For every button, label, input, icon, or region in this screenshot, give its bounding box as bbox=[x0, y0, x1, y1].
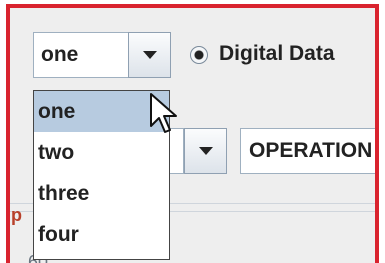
chevron-down-icon bbox=[198, 147, 213, 155]
top-combo-value[interactable]: one bbox=[33, 32, 129, 78]
chevron-down-icon bbox=[142, 51, 157, 59]
partial-edge-text: p bbox=[11, 205, 22, 225]
dropdown-option-three[interactable]: three bbox=[34, 173, 169, 214]
operation-field[interactable]: OPERATION bbox=[240, 128, 375, 174]
digital-data-radio-label: Digital Data bbox=[219, 42, 335, 65]
dropdown-option-four[interactable]: four bbox=[34, 214, 169, 255]
highlight-frame: one Digital Data OPERATION p 60 one two … bbox=[6, 4, 379, 263]
digital-data-radio[interactable] bbox=[190, 46, 208, 64]
mouse-pointer-icon bbox=[150, 93, 177, 133]
top-combo-dropdown-button[interactable] bbox=[128, 32, 171, 78]
dropdown-option-two[interactable]: two bbox=[34, 132, 169, 173]
second-combo-dropdown-button[interactable] bbox=[184, 128, 227, 174]
